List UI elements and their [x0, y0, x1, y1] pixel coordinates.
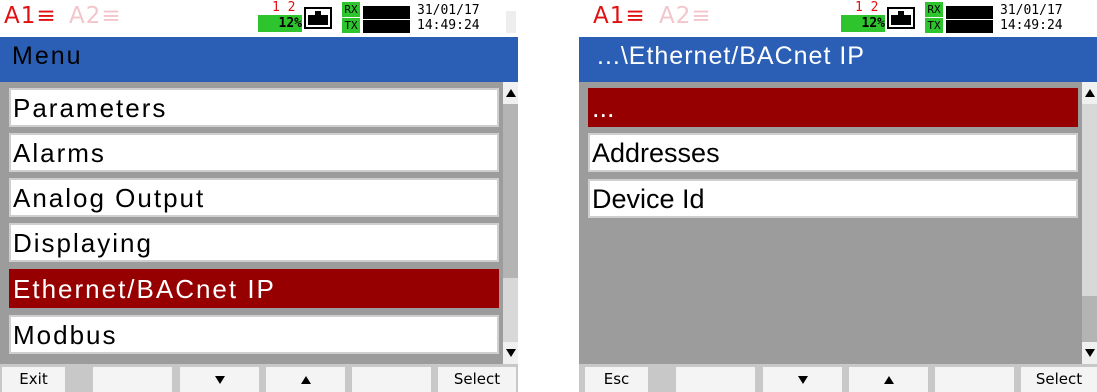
softkey-2[interactable]	[676, 367, 755, 392]
select-softkey[interactable]: Select	[1021, 367, 1097, 392]
scroll-thumb[interactable]	[503, 278, 518, 342]
time-text: 14:49:24	[417, 18, 480, 33]
alarm-1-indicator: A1≡	[4, 3, 57, 29]
menu-screen: A1≡ A2≡ 1 2 12% RX TX 31/01/17 14:49:24 …	[0, 0, 518, 392]
softkey-2[interactable]	[93, 367, 172, 392]
triangle-up-icon	[1085, 89, 1095, 97]
menu-item-analog-output[interactable]: Analog Output	[9, 178, 499, 217]
menu-item-parameters[interactable]: Parameters	[9, 88, 499, 127]
tx-activity-bar	[363, 20, 410, 33]
date-text: 31/01/17	[417, 3, 480, 18]
scroll-up-button[interactable]	[1082, 82, 1097, 104]
arrow-up-icon	[883, 375, 894, 384]
softkey-5[interactable]	[352, 367, 431, 392]
alarm-2-indicator: A2≡	[69, 3, 122, 29]
page-title: Menu	[12, 42, 83, 70]
softkey-bar: Exit Select	[0, 364, 518, 392]
datetime: 31/01/17 14:49:24	[417, 3, 480, 33]
network-icon	[887, 7, 915, 29]
menu-item-device-id[interactable]: Device Id	[588, 179, 1078, 218]
ethernet-submenu-screen: A1≡ A2≡ 1 2 12% RX TX 31/01/17 14:49:24 …	[579, 0, 1097, 392]
scroll-down-button[interactable]	[1082, 342, 1097, 364]
load-percent: 12%	[258, 15, 302, 32]
down-softkey[interactable]	[180, 367, 259, 392]
scroll-up-button[interactable]	[503, 82, 518, 104]
network-icon	[304, 7, 332, 29]
menu-item-addresses[interactable]: Addresses	[588, 133, 1078, 172]
channel-load-indicator: 1 2 12%	[841, 1, 885, 34]
menu-item-parent[interactable]: ...	[588, 88, 1078, 127]
tx-activity-bar	[946, 20, 993, 33]
triangle-down-icon	[506, 349, 516, 357]
esc-softkey[interactable]: Esc	[585, 367, 648, 392]
scroll-down-button[interactable]	[503, 342, 518, 364]
softkey-bar: Esc Select	[579, 364, 1097, 392]
down-softkey[interactable]	[763, 367, 842, 392]
title-bar: Menu	[0, 37, 518, 82]
up-softkey[interactable]	[849, 367, 928, 392]
menu-item-modbus[interactable]: Modbus	[9, 315, 499, 354]
rx-label: RX	[925, 2, 943, 17]
menu-list: Parameters Alarms Analog Output Displayi…	[0, 82, 503, 364]
menu-item-ethernet-bacnet-ip[interactable]: Ethernet/BACnet IP	[9, 269, 499, 308]
tx-label: TX	[925, 18, 943, 33]
time-text: 14:49:24	[1000, 18, 1063, 33]
channel-load-indicator: 1 2 12%	[258, 1, 302, 34]
channel-numbers: 1 2	[855, 0, 879, 15]
triangle-up-icon	[506, 89, 516, 97]
exit-softkey[interactable]: Exit	[2, 367, 65, 392]
arrow-down-icon	[214, 375, 225, 384]
status-bar: A1≡ A2≡ 1 2 12% RX TX 31/01/17 14:49:24	[579, 0, 1097, 37]
menu-item-alarms[interactable]: Alarms	[9, 133, 499, 172]
channel-numbers: 1 2	[272, 0, 296, 15]
submenu-list: ... Addresses Device Id	[579, 82, 1082, 364]
status-box	[506, 11, 516, 33]
triangle-down-icon	[1085, 349, 1095, 357]
select-softkey[interactable]: Select	[438, 367, 516, 392]
date-text: 31/01/17	[1000, 3, 1063, 18]
scroll-thumb[interactable]	[1082, 104, 1097, 296]
rx-activity-bar	[363, 6, 410, 19]
datetime: 31/01/17 14:49:24	[1000, 3, 1063, 33]
rx-activity-bar	[946, 6, 993, 19]
rx-tx-indicator: RX TX	[925, 2, 993, 34]
rx-label: RX	[342, 2, 360, 17]
menu-item-displaying[interactable]: Displaying	[9, 223, 499, 262]
softkey-5[interactable]	[935, 367, 1014, 392]
page-title: ...\Ethernet/BACnet IP	[597, 42, 865, 70]
alarm-1-indicator: A1≡	[593, 3, 646, 29]
title-bar: ...\Ethernet/BACnet IP	[579, 37, 1097, 82]
arrow-down-icon	[797, 375, 808, 384]
tx-label: TX	[342, 18, 360, 33]
status-bar: A1≡ A2≡ 1 2 12% RX TX 31/01/17 14:49:24	[0, 0, 518, 37]
scrollbar[interactable]	[1082, 82, 1097, 364]
up-softkey[interactable]	[266, 367, 345, 392]
scrollbar[interactable]	[503, 82, 518, 364]
load-percent: 12%	[841, 15, 885, 32]
alarm-2-indicator: A2≡	[659, 3, 712, 29]
arrow-up-icon	[300, 375, 311, 384]
rx-tx-indicator: RX TX	[342, 2, 410, 34]
